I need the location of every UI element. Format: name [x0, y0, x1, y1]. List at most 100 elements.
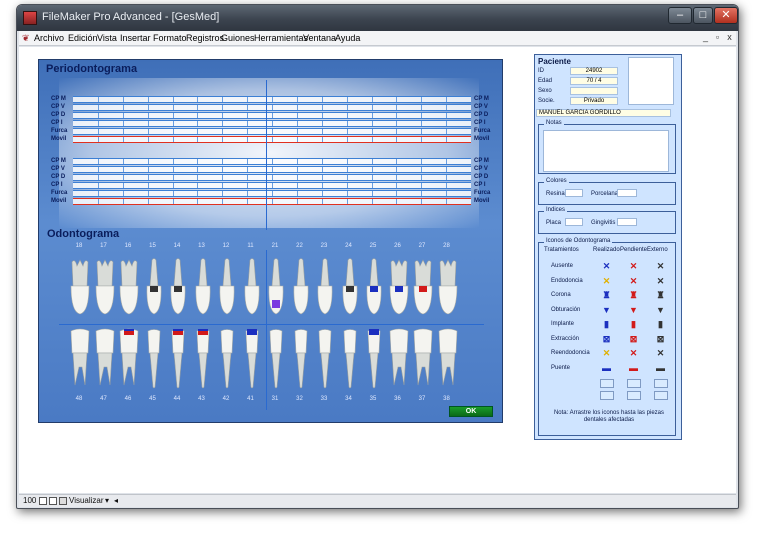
- menu-vista[interactable]: Vista: [97, 33, 117, 43]
- lower-tooth[interactable]: [143, 327, 165, 391]
- maximize-button[interactable]: □: [693, 7, 713, 24]
- extraccion-realizado-icon[interactable]: ⊠: [602, 334, 611, 344]
- upper-tooth[interactable]: [339, 256, 361, 320]
- upper-tooth[interactable]: [388, 256, 410, 320]
- ausente-externo-icon[interactable]: ✕: [656, 262, 665, 271]
- puente-pendiente-icon[interactable]: ▬: [629, 363, 638, 373]
- mdi-close-button[interactable]: x: [724, 32, 735, 42]
- menu-archivo[interactable]: Archivo: [34, 33, 64, 43]
- menu-guiones[interactable]: Guiones: [221, 33, 255, 43]
- implante-realizado-icon[interactable]: ▮: [602, 320, 611, 329]
- lower-tooth[interactable]: [167, 327, 189, 391]
- minimize-button[interactable]: –: [668, 7, 692, 24]
- reendodoncia-pendiente-icon[interactable]: ✕: [629, 349, 638, 358]
- lower-tooth[interactable]: [388, 327, 410, 391]
- corona-externo-icon[interactable]: ♜: [656, 291, 665, 300]
- lower-tooth[interactable]: [437, 327, 459, 391]
- extraccion-pendiente-icon[interactable]: ⊠: [629, 334, 638, 344]
- upper-tooth[interactable]: [192, 256, 214, 320]
- ausente-realizado-icon[interactable]: ✕: [602, 262, 611, 271]
- lower-tooth[interactable]: [94, 327, 116, 391]
- upper-tooth[interactable]: [437, 256, 459, 320]
- lower-tooth[interactable]: [363, 327, 385, 391]
- lower-tooth[interactable]: [118, 327, 140, 391]
- lower-tooth[interactable]: [69, 327, 91, 391]
- zoom-in-icon[interactable]: [49, 497, 57, 505]
- upper-tooth[interactable]: [69, 256, 91, 320]
- placa-field[interactable]: [565, 218, 583, 226]
- perio-row[interactable]: [73, 174, 471, 181]
- lower-tooth[interactable]: [290, 327, 312, 391]
- corona-realizado-icon[interactable]: ♜: [602, 291, 611, 300]
- mode-dropdown-icon[interactable]: ▾: [105, 496, 109, 505]
- notas-field[interactable]: [543, 130, 669, 172]
- reendodoncia-realizado-icon[interactable]: ✕: [602, 349, 611, 358]
- perio-row[interactable]: [73, 128, 471, 135]
- lower-tooth[interactable]: [265, 327, 287, 391]
- obturacion-externo-icon[interactable]: ▼: [656, 305, 665, 315]
- id-field[interactable]: 24902: [570, 67, 618, 75]
- menu-ayuda[interactable]: Ayuda: [335, 33, 360, 43]
- empty-icon-slot[interactable]: [600, 391, 614, 400]
- mdi-minimize-button[interactable]: _: [700, 32, 711, 42]
- lower-tooth[interactable]: [314, 327, 336, 391]
- upper-tooth[interactable]: [290, 256, 312, 320]
- perio-row[interactable]: [73, 104, 471, 111]
- patient-photo[interactable]: [628, 57, 674, 105]
- obturacion-realizado-icon[interactable]: ▼: [602, 305, 611, 315]
- perio-row[interactable]: [73, 182, 471, 189]
- implante-pendiente-icon[interactable]: ▮: [629, 320, 638, 329]
- menu-herramientas[interactable]: Herramientas: [254, 33, 308, 43]
- gingivitis-field[interactable]: [617, 218, 637, 226]
- perio-row[interactable]: [73, 166, 471, 173]
- extraccion-externo-icon[interactable]: ⊠: [656, 334, 665, 344]
- empty-icon-slot[interactable]: [654, 391, 668, 400]
- menu-ventana[interactable]: Ventana: [303, 33, 336, 43]
- lower-tooth[interactable]: [412, 327, 434, 391]
- menu-formato[interactable]: Formato: [153, 33, 187, 43]
- perio-row[interactable]: [73, 190, 471, 197]
- upper-tooth[interactable]: [412, 256, 434, 320]
- scroll-left-icon[interactable]: ◂: [114, 496, 118, 505]
- empty-icon-slot[interactable]: [627, 379, 641, 388]
- perio-row[interactable]: [73, 136, 471, 143]
- perio-row[interactable]: [73, 198, 471, 205]
- edad-field[interactable]: 70 / 4: [570, 77, 618, 85]
- upper-tooth[interactable]: [363, 256, 385, 320]
- perio-row[interactable]: [73, 158, 471, 165]
- close-button[interactable]: ✕: [714, 7, 738, 24]
- upper-tooth[interactable]: [94, 256, 116, 320]
- socie-field[interactable]: Privado: [570, 97, 618, 105]
- resina-field[interactable]: [565, 189, 583, 197]
- obturacion-pendiente-icon[interactable]: ▼: [629, 305, 638, 315]
- document-icon[interactable]: ❦: [22, 33, 30, 44]
- menu-edicion[interactable]: Edición: [68, 33, 98, 43]
- upper-tooth[interactable]: [265, 256, 287, 320]
- lower-tooth[interactable]: [241, 327, 263, 391]
- ok-button[interactable]: OK: [449, 406, 493, 417]
- upper-tooth[interactable]: [143, 256, 165, 320]
- corona-pendiente-icon[interactable]: ♜: [629, 291, 638, 300]
- endodoncia-pendiente-icon[interactable]: ✕: [629, 276, 638, 286]
- endodoncia-realizado-icon[interactable]: ✕: [602, 276, 611, 286]
- zoom-out-icon[interactable]: [39, 497, 47, 505]
- reendodoncia-externo-icon[interactable]: ✕: [656, 349, 665, 358]
- menu-registros[interactable]: Registros: [186, 33, 224, 43]
- upper-tooth[interactable]: [167, 256, 189, 320]
- puente-externo-icon[interactable]: ▬: [656, 363, 665, 373]
- patient-name-field[interactable]: MANUEL GARCIA GORDILLO: [536, 109, 671, 117]
- lower-tooth[interactable]: [192, 327, 214, 391]
- ausente-pendiente-icon[interactable]: ✕: [629, 262, 638, 271]
- upper-tooth[interactable]: [216, 256, 238, 320]
- perio-row[interactable]: [73, 96, 471, 103]
- puente-realizado-icon[interactable]: ▬: [602, 363, 611, 373]
- menu-insertar[interactable]: Insertar: [120, 33, 151, 43]
- zoom-level[interactable]: 100: [23, 496, 36, 505]
- porcelana-field[interactable]: [617, 189, 637, 197]
- mdi-restore-button[interactable]: ▫: [712, 32, 723, 42]
- endodoncia-externo-icon[interactable]: ✕: [656, 276, 665, 286]
- perio-row[interactable]: [73, 112, 471, 119]
- lower-tooth[interactable]: [216, 327, 238, 391]
- lower-tooth[interactable]: [339, 327, 361, 391]
- sexo-field[interactable]: [570, 87, 618, 95]
